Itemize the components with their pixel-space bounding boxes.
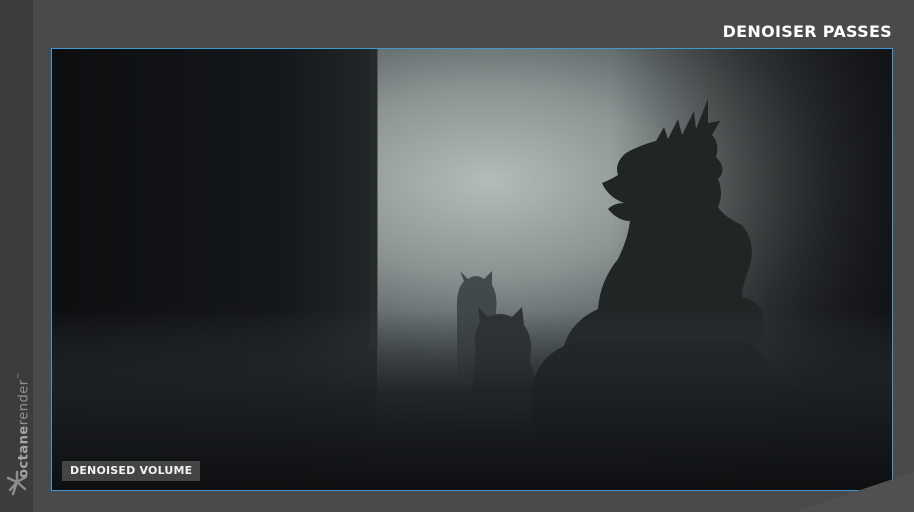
octane-logo-icon	[6, 470, 28, 496]
brand-wordmark-light: render	[16, 379, 32, 426]
presentation-slide: octanerender™ DENOISER PASSES DENOISED V…	[0, 0, 914, 512]
render-viewport: DENOISED VOLUME	[51, 48, 893, 491]
brand-trademark: ™	[16, 371, 24, 380]
brand-wordmark: octanerender™	[16, 372, 31, 478]
octane-render-brand: octanerender™	[0, 360, 33, 500]
pass-label-badge: DENOISED VOLUME	[62, 461, 201, 481]
denoised-volume-render	[52, 49, 892, 490]
brand-sidebar: octanerender™	[0, 0, 33, 512]
page-title: DENOISER PASSES	[722, 22, 892, 41]
